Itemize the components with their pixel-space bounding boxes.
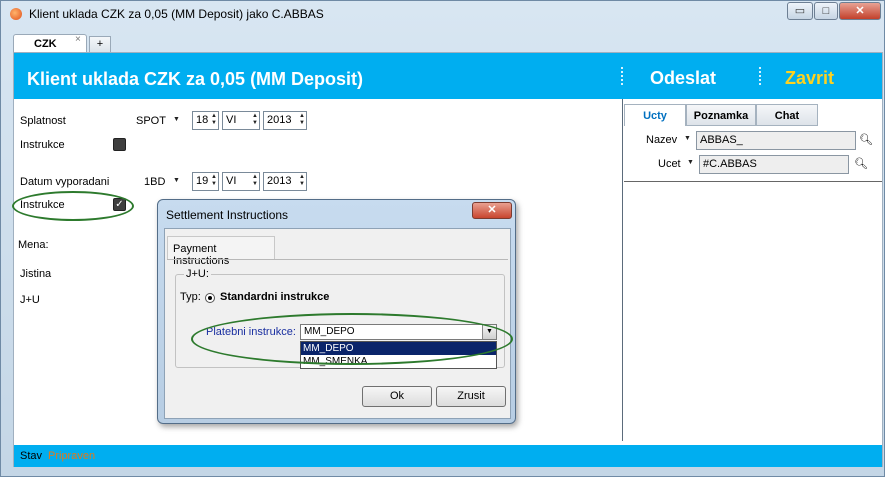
group-title: J+U: — [184, 268, 211, 280]
ucet-label: Ucet — [658, 158, 681, 170]
status-value: Pripraven — [48, 450, 96, 462]
ok-button[interactable]: Ok — [362, 386, 432, 407]
highlight-ellipse — [12, 191, 134, 221]
splatnost-month-spinner[interactable]: VI ▲ ▼ — [222, 111, 260, 130]
splatnost-year-spinner[interactable]: 2013 ▲ ▼ — [263, 111, 307, 130]
standard-radio-label[interactable]: Standardni instrukce — [220, 291, 329, 303]
header-separator — [621, 67, 623, 85]
nazev-field[interactable]: ABBAS_ — [696, 131, 856, 150]
spin-arrows-icon[interactable]: ▲ ▼ — [299, 174, 305, 188]
deal-title: Klient uklada CZK za 0,05 (MM Deposit) — [27, 69, 364, 89]
search-icon[interactable]: 🔍︎ — [854, 157, 868, 170]
dialog-body: Payment Instructions J+U: Typ: Standardn… — [164, 228, 513, 419]
chevron-down-icon[interactable]: ▼ — [173, 177, 180, 184]
datum-day-spinner[interactable]: 19 ▲ ▼ — [192, 172, 219, 191]
deal-header: Klient uklada CZK za 0,05 (MM Deposit) O… — [14, 53, 882, 99]
header-separator — [759, 67, 761, 85]
window-title: Klient uklada CZK za 0,05 (MM Deposit) j… — [29, 7, 324, 21]
splatnost-day-spinner[interactable]: 18 ▲ ▼ — [192, 111, 219, 130]
splatnost-month-value: VI — [226, 114, 237, 126]
splatnost-type-select[interactable]: SPOT — [136, 115, 166, 127]
datum-day-value: 19 — [196, 175, 209, 187]
splatnost-day-value: 18 — [196, 114, 209, 126]
status-bar: Stav Pripraven — [14, 445, 882, 467]
close-window-button[interactable]: ✕ — [839, 2, 881, 20]
splatnost-label: Splatnost — [20, 115, 66, 127]
settlement-instructions-dialog: Settlement Instructions ✕ Payment Instru… — [157, 199, 516, 424]
search-icon[interactable]: 🔍︎ — [859, 133, 873, 146]
datum-year-spinner[interactable]: 2013 ▲ ▼ — [263, 172, 307, 191]
datum-vyporadani-label: Datum vyporadani — [20, 176, 110, 188]
typ-label: Typ: — [180, 291, 201, 303]
spin-arrows-icon[interactable]: ▲ ▼ — [211, 174, 217, 188]
tab-close-icon[interactable]: × — [75, 34, 81, 45]
standard-radio[interactable] — [205, 293, 215, 303]
app-icon — [10, 8, 22, 20]
nazev-label: Nazev — [646, 134, 678, 146]
dialog-title: Settlement Instructions — [166, 208, 289, 222]
panel-divider — [622, 99, 623, 441]
datum-month-spinner[interactable]: VI ▲ ▼ — [222, 172, 260, 191]
mena-label: Mena: — [18, 239, 49, 251]
chevron-down-icon[interactable]: ▼ — [173, 116, 180, 123]
tab-czk-label: CZK — [34, 38, 57, 50]
jistina-label: Jistina — [20, 268, 52, 280]
zrusit-button[interactable]: Zrusit — [436, 386, 506, 407]
status-label: Stav — [20, 450, 43, 462]
tab-payment-instructions[interactable]: Payment Instructions — [167, 236, 275, 267]
maximize-button[interactable]: □ — [814, 2, 838, 20]
datum-type-select[interactable]: 1BD — [144, 176, 165, 188]
dialog-tab-line — [167, 259, 508, 260]
ju-groupbox: J+U: Typ: Standardni instrukce Platebni … — [175, 268, 513, 369]
highlight-ellipse — [191, 313, 513, 365]
tab-chat[interactable]: Chat — [756, 104, 818, 126]
title-bar: Klient uklada CZK za 0,05 (MM Deposit) j… — [1, 1, 884, 28]
datum-month-value: VI — [226, 175, 237, 187]
right-panel-separator — [624, 181, 882, 182]
ju-label: J+U — [20, 294, 40, 306]
chevron-down-icon[interactable]: ▼ — [684, 135, 691, 142]
spin-arrows-icon[interactable]: ▲ ▼ — [252, 174, 258, 188]
datum-year-value: 2013 — [267, 175, 292, 187]
ucet-field[interactable]: #C.ABBAS — [699, 155, 849, 174]
spin-arrows-icon[interactable]: ▲ ▼ — [252, 113, 258, 127]
zavrit-button[interactable]: Zavrit — [785, 68, 834, 89]
odeslat-button[interactable]: Odeslat — [650, 68, 716, 89]
add-tab-button[interactable]: + — [89, 36, 111, 53]
splatnost-year-value: 2013 — [267, 114, 292, 126]
spin-arrows-icon[interactable]: ▲ ▼ — [299, 113, 305, 127]
chevron-down-icon[interactable]: ▼ — [687, 159, 694, 166]
dialog-close-button[interactable]: ✕ — [472, 202, 512, 219]
minimize-button[interactable]: ▭ — [787, 2, 813, 20]
instrukce-checkbox[interactable] — [113, 138, 126, 151]
tab-ucty[interactable]: Ucty — [624, 104, 686, 126]
app-window: Klient uklada CZK za 0,05 (MM Deposit) j… — [0, 0, 885, 477]
tab-poznamka[interactable]: Poznamka — [686, 104, 756, 126]
instrukce-label: Instrukce — [20, 139, 65, 151]
spin-arrows-icon[interactable]: ▲ ▼ — [211, 113, 217, 127]
